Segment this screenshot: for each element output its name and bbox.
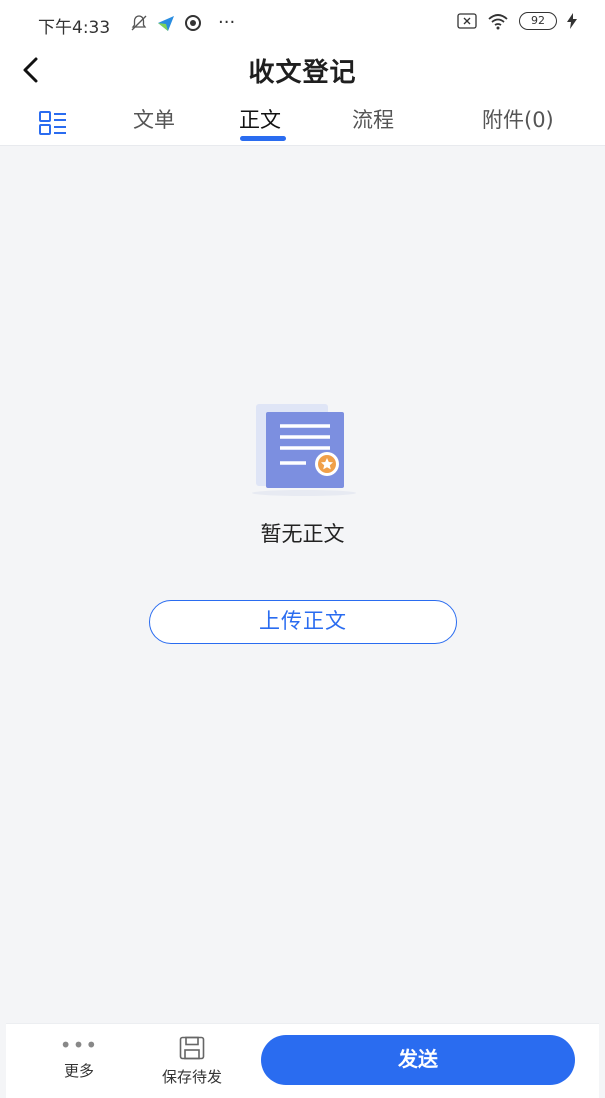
send-button[interactable]: 发送 — [261, 1035, 575, 1085]
tab-fujian[interactable]: 附件(0) — [482, 104, 554, 134]
page-title: 收文登记 — [248, 58, 357, 88]
wifi-icon — [488, 14, 508, 30]
status-bar: 下午4:33 ··· 92 — [0, 0, 605, 46]
sim-x-icon — [457, 13, 477, 29]
sync-icon — [185, 14, 201, 31]
app-root: 下午4:33 ··· 92 收文登记 文单 正文 流程 附件(0) 暂无正文 上… — [0, 0, 605, 1098]
more-button[interactable]: ••• 更多 — [54, 1033, 104, 1081]
tab-zhengwen[interactable]: 正文 — [239, 104, 281, 134]
tab-wendan[interactable]: 文单 — [133, 104, 175, 134]
nav-bar: 收文登记 — [0, 46, 605, 94]
save-draft-button[interactable]: 保存待发 — [152, 1036, 232, 1087]
status-left-icons: ··· — [130, 12, 235, 33]
tab-liucheng[interactable]: 流程 — [352, 104, 394, 134]
status-right-icons: 92 — [457, 12, 577, 30]
active-tab-indicator — [240, 136, 286, 141]
tab-bar: 文单 正文 流程 附件(0) — [0, 94, 605, 146]
app-notification-icon — [158, 15, 174, 31]
tab-overview-icon[interactable] — [39, 111, 67, 135]
bottom-action-bar: ••• 更多 保存待发 发送 — [6, 1023, 599, 1098]
save-disk-icon — [179, 1036, 205, 1060]
status-more-dots: ··· — [218, 12, 236, 33]
status-time: 下午4:33 — [38, 18, 111, 38]
more-dots-icon: ••• — [59, 1033, 99, 1057]
bell-off-icon — [131, 14, 147, 30]
more-label: 更多 — [63, 1062, 94, 1080]
upload-document-button[interactable]: 上传正文 — [149, 600, 457, 644]
save-draft-label: 保存待发 — [161, 1068, 222, 1086]
charging-icon — [567, 13, 577, 29]
empty-message: 暂无正文 — [260, 522, 345, 546]
battery-indicator: 92 — [519, 12, 557, 30]
empty-document-illustration — [252, 404, 356, 496]
